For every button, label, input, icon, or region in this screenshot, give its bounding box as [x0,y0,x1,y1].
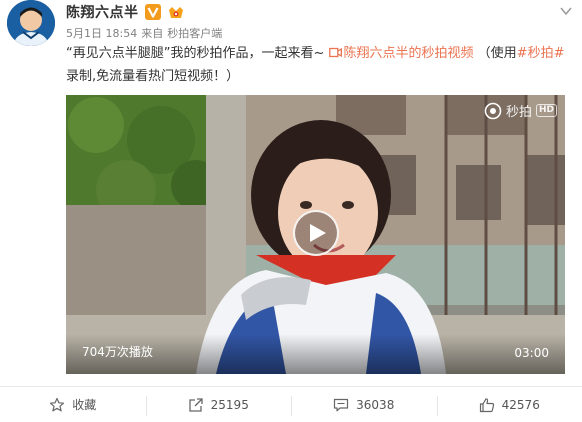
favorite-label: 收藏 [72,398,97,412]
star-icon [50,397,65,411]
topic-link[interactable]: #秒拍# [517,46,565,61]
hd-badge: HD [535,104,557,117]
watermark-text: 秒拍 [505,105,532,120]
video-player[interactable]: 秒拍 HD 704万次播放 03:00 [66,95,565,374]
author-name[interactable]: 陈翔六点半 [66,2,139,22]
video-link[interactable]: 陈翔六点半的秒拍视频 [328,46,474,61]
repost-count: 25195 [210,397,249,412]
play-icon [309,224,326,242]
like-button[interactable]: 42576 [436,387,582,422]
repost-button[interactable]: 25195 [145,387,292,422]
post-source[interactable]: 秒拍客户端 [167,25,222,41]
author-row: 陈翔六点半 [66,2,185,22]
post-text: “再见六点半腿腿”我的秒拍作品，一起来看~ 陈翔六点半的秒拍视频 （使用#秒拍#… [66,42,566,88]
avatar[interactable] [7,0,55,46]
repost-icon [189,397,203,412]
video-link-text[interactable]: 陈翔六点半的秒拍视频 [344,46,474,61]
thumbs-up-icon [479,397,494,412]
verified-v-icon[interactable] [144,4,161,20]
favorite-button[interactable]: 收藏 [0,387,146,422]
comment-button[interactable]: 36038 [291,387,437,422]
chevron-down-icon[interactable] [560,6,572,16]
comment-count: 36038 [356,397,395,412]
play-button[interactable] [293,210,339,256]
via-label: 来自 [141,27,164,40]
video-link-icon [328,47,342,58]
like-count: 42576 [501,397,540,412]
video-duration: 03:00 [514,346,549,360]
post-time[interactable]: 5月1日 18:54 [66,25,137,41]
post-text-part1: “再见六点半腿腿”我的秒拍作品，一起来看~ [66,46,329,61]
comment-icon [334,398,349,411]
post-text-part2: （使用 [477,46,517,61]
watermark: 秒拍 HD [484,101,557,120]
post-meta: 5月1日 18:54 来自 秒拍客户端 [66,25,222,41]
miaopai-logo-icon [484,102,502,119]
action-bar: 收藏 25195 36038 42576 [0,386,582,422]
avatar-image [7,0,55,46]
post-text-part3: 录制,免流量看热门短视频！） [66,69,240,84]
play-count: 704万次播放 [82,345,153,359]
vip-crown-icon[interactable] [167,4,185,20]
weibo-post: 陈翔六点半 5月1日 18:54 来自 秒拍客户端 “再见六点半腿腿”我的秒拍作… [0,0,582,422]
